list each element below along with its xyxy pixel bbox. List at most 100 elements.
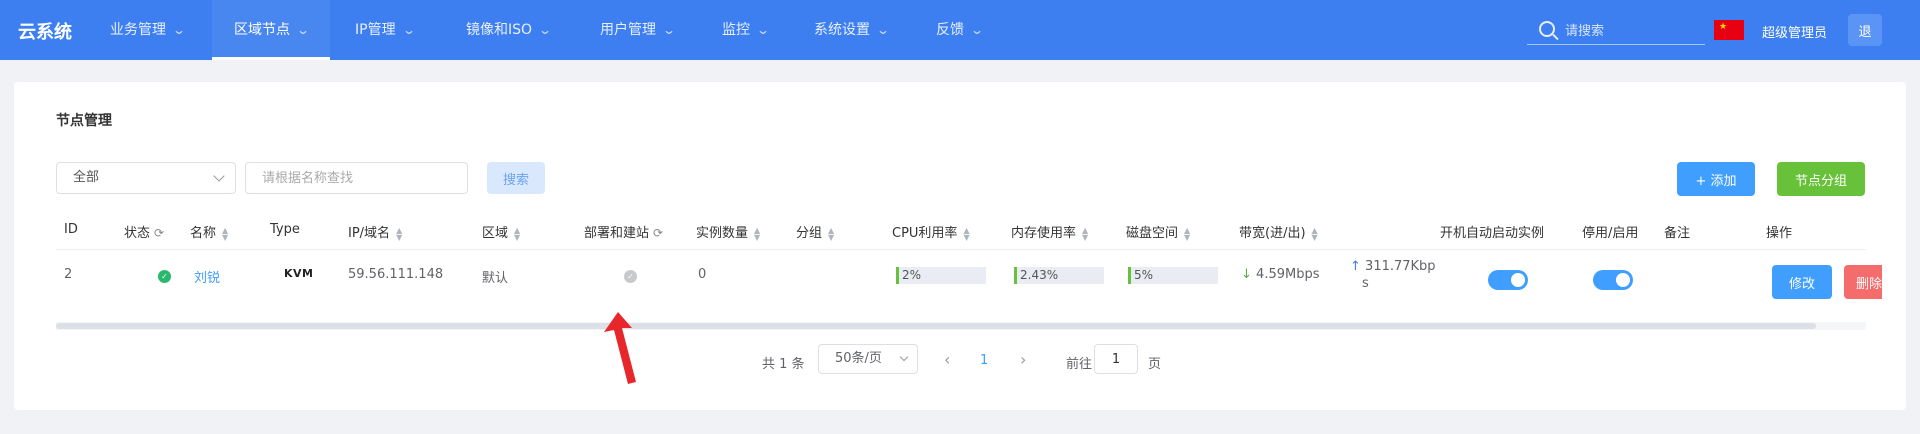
table-horizontal-scrollbar[interactable]	[56, 322, 1866, 330]
bandwidth-in: ↓ 4.59Mbps	[1241, 267, 1320, 282]
select-value: 全部	[73, 170, 100, 185]
chevron-down-icon	[213, 170, 225, 182]
refresh-icon[interactable]: ⟳	[154, 226, 164, 240]
nav-item-monitor[interactable]: 监控 ⌄	[722, 0, 770, 60]
goto-prefix: 前往	[1066, 357, 1093, 372]
col-id: ID	[64, 222, 78, 237]
nav-item-images-iso[interactable]: 镜像和ISO ⌄	[466, 0, 553, 60]
search-button[interactable]: 搜索	[487, 162, 545, 194]
enable-toggle[interactable]	[1593, 270, 1633, 290]
chevron-down-icon: ⌄	[171, 23, 187, 37]
top-nav-bar: 云系统 业务管理 ⌄ 区域节点 ⌄ IP管理 ⌄ 镜像和ISO ⌄ 用户管理 ⌄ 监控 ⌄ …	[0, 0, 1920, 60]
col-region[interactable]: 区域 ▲ ▼	[482, 222, 520, 241]
col-cpu[interactable]: CPU利用率 ▲ ▼	[892, 222, 970, 241]
col-label: CPU利用率	[892, 226, 958, 241]
chevron-down-icon: ⌄	[969, 23, 985, 37]
nav-item-settings[interactable]: 系统设置 ⌄	[814, 0, 891, 60]
table-row: 2 ✓ 刘锐 KVM 59.56.111.148 默认 ✓ 0 2% 2.43%…	[56, 252, 1866, 300]
nav-item-business[interactable]: 业务管理 ⌄	[110, 0, 187, 60]
bandwidth-out-value-wrap: s	[1362, 276, 1369, 291]
chevron-down-icon: ⌄	[401, 23, 416, 37]
nav-label: 系统设置	[814, 22, 870, 38]
sort-icon[interactable]: ▲ ▼	[222, 226, 228, 241]
refresh-icon[interactable]: ⟳	[653, 226, 663, 240]
nav-label: 区域节点	[234, 22, 290, 38]
page-number-current[interactable]: 1	[980, 353, 988, 368]
bandwidth-in-value: 4.59Mbps	[1256, 267, 1320, 282]
sort-icon[interactable]: ▲ ▼	[963, 226, 969, 241]
sort-icon[interactable]: ▲ ▼	[1184, 226, 1190, 241]
node-group-button[interactable]: 节点分组	[1777, 162, 1865, 196]
search-icon[interactable]	[1539, 21, 1555, 37]
nav-label: 镜像和ISO	[466, 22, 533, 38]
chevron-down-icon: ⌄	[661, 23, 677, 37]
col-label: 部署和建站	[584, 226, 650, 241]
cell-ip: 59.56.111.148	[348, 267, 444, 282]
cell-region: 默认	[482, 271, 509, 286]
page-size-value: 50条/页	[835, 351, 882, 366]
mem-usage-bar: 2.43%	[1014, 267, 1104, 284]
arrow-down-icon: ↓	[1241, 267, 1252, 282]
col-status[interactable]: 状态 ⟳	[124, 222, 164, 241]
col-group[interactable]: 分组 ▲ ▼	[796, 222, 834, 241]
sort-icon[interactable]: ▲ ▼	[828, 226, 834, 241]
cell-instances: 0	[698, 267, 707, 282]
col-label: 内存使用率	[1011, 226, 1077, 241]
nav-label: 业务管理	[110, 22, 166, 38]
nav-item-region-nodes[interactable]: 区域节点 ⌄	[212, 0, 331, 60]
col-label: 状态	[124, 226, 151, 241]
cpu-usage-bar: 2%	[896, 267, 986, 284]
china-flag-icon[interactable]: ★	[1714, 20, 1744, 40]
col-disk[interactable]: 磁盘空间 ▲ ▼	[1126, 222, 1190, 241]
add-node-button[interactable]: + 添加	[1677, 162, 1755, 196]
node-management-card: 节点管理 全部 搜索 + 添加 节点分组 ID 状态⟳ 名称▲▼ Type IP…	[14, 82, 1906, 410]
chevron-down-icon: ⌄	[875, 23, 891, 37]
chevron-down-icon: ⌄	[538, 23, 553, 37]
sort-icon[interactable]: ▲ ▼	[1082, 226, 1088, 241]
table-header: ID 状态 ⟳ 名称 ▲ ▼ Type IP/域名 ▲ ▼ 区域 ▲ ▼ 部署和建站 ⟳ 实例数…	[56, 210, 1866, 250]
goto-suffix: 页	[1148, 357, 1162, 372]
col-label: IP/域名	[348, 226, 391, 241]
col-sync[interactable]: 部署和建站 ⟳	[584, 222, 663, 241]
sort-icon[interactable]: ▲ ▼	[754, 226, 760, 241]
nav-item-feedback[interactable]: 反馈 ⌄	[936, 0, 985, 60]
next-page-button[interactable]: ›	[1020, 350, 1026, 369]
edit-button[interactable]: 修改	[1772, 265, 1832, 299]
col-label: 名称	[190, 226, 217, 241]
sort-icon[interactable]: ▲ ▼	[396, 226, 402, 241]
kvm-logo-icon: KVM	[284, 267, 314, 280]
goto-page-input[interactable]	[1094, 344, 1138, 374]
scrollbar-thumb[interactable]	[56, 323, 1816, 329]
col-bandwidth[interactable]: 带宽(进/出) ▲ ▼	[1239, 222, 1318, 241]
global-search-input[interactable]	[1565, 19, 1695, 41]
page-title: 节点管理	[56, 113, 112, 129]
user-name[interactable]: 超级管理员	[1762, 22, 1827, 41]
arrow-up-icon: ↑	[1350, 259, 1361, 274]
nav-label: 反馈	[936, 22, 964, 38]
sort-icon[interactable]: ▲ ▼	[514, 226, 520, 241]
nav-item-ip[interactable]: IP管理 ⌄	[355, 0, 416, 60]
name-search-input[interactable]	[245, 162, 468, 194]
col-name[interactable]: 名称 ▲ ▼	[190, 222, 228, 241]
brand-logo[interactable]: 云系统	[18, 18, 72, 44]
col-ops: 操作	[1766, 226, 1793, 241]
col-instances[interactable]: 实例数量 ▲ ▼	[696, 222, 760, 241]
col-autostart: 开机自动启动实例	[1440, 226, 1545, 241]
region-filter-select[interactable]: 全部	[56, 162, 236, 194]
logout-button[interactable]: 退	[1848, 14, 1882, 46]
nav-label: 监控	[722, 22, 750, 38]
global-search	[1527, 17, 1705, 45]
col-mem[interactable]: 内存使用率 ▲ ▼	[1011, 222, 1088, 241]
sync-status-icon: ✓	[624, 270, 637, 283]
page-size-select[interactable]: 50条/页	[818, 344, 918, 374]
cell-id: 2	[64, 267, 73, 282]
cell-name-link[interactable]: 刘锐	[194, 267, 220, 286]
chevron-down-icon	[899, 352, 909, 362]
delete-button[interactable]: 删除	[1844, 265, 1882, 299]
sort-icon[interactable]: ▲ ▼	[1312, 226, 1318, 241]
bandwidth-out: ↑ 311.77Kbp s	[1350, 258, 1436, 292]
autostart-toggle[interactable]	[1488, 270, 1528, 290]
prev-page-button[interactable]: ‹	[944, 350, 950, 369]
nav-item-users[interactable]: 用户管理 ⌄	[600, 0, 677, 60]
col-ip[interactable]: IP/域名 ▲ ▼	[348, 222, 402, 241]
